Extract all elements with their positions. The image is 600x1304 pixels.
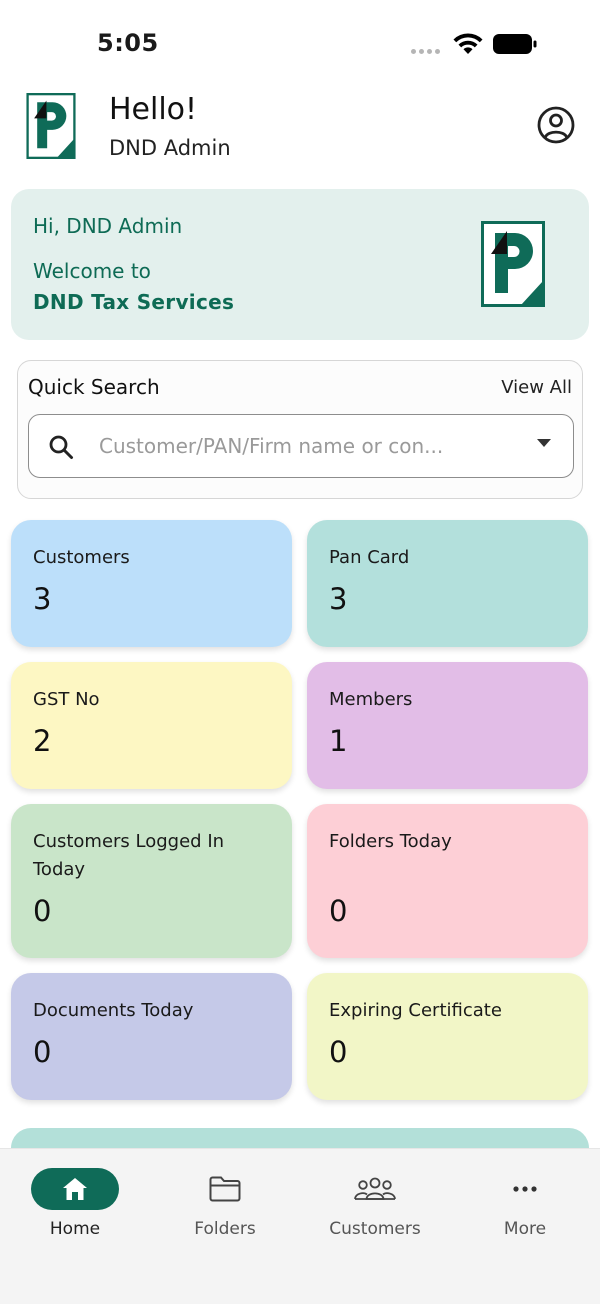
dnd-logo-icon	[26, 93, 76, 159]
stat-tile-documents-today[interactable]: Documents Today 0	[11, 973, 292, 1100]
view-all-link[interactable]: View All	[501, 377, 572, 398]
nav-label: Customers	[329, 1219, 421, 1239]
app-header: Hello! DND Admin	[0, 88, 600, 168]
profile-icon[interactable]	[535, 104, 577, 146]
stat-label: Members	[329, 689, 413, 710]
stat-value: 0	[33, 894, 52, 928]
stat-tile-customers-logged-in-today[interactable]: Customers Logged In Today 0	[11, 804, 292, 958]
folder-icon	[209, 1176, 241, 1202]
stat-value: 2	[33, 724, 52, 758]
nav-active-indicator	[31, 1168, 119, 1210]
stat-tile-gst-no[interactable]: GST No 2	[11, 662, 292, 789]
welcome-card: Hi, DND Admin Welcome to DND Tax Service…	[11, 189, 589, 340]
user-name: DND Admin	[109, 136, 231, 160]
cellular-signal-icon	[411, 49, 440, 54]
search-icon	[49, 435, 73, 459]
home-icon	[63, 1178, 87, 1200]
wifi-icon	[453, 33, 483, 54]
stat-label: GST No	[33, 689, 100, 710]
status-bar: 5:05	[0, 0, 600, 88]
stat-label: Expiring Certificate	[329, 1000, 502, 1021]
nav-label: Home	[49, 1219, 101, 1239]
welcome-line: Welcome to	[33, 259, 151, 283]
status-time: 5:05	[97, 29, 159, 57]
stat-value: 1	[329, 724, 348, 758]
nav-item-customers[interactable]: Customers	[300, 1167, 450, 1247]
stat-label: Folders Today	[329, 831, 452, 852]
nav-label: Folders	[194, 1219, 256, 1239]
stat-tile-members[interactable]: Members 1	[307, 662, 588, 789]
quick-search-field[interactable]	[28, 414, 574, 478]
nav-item-folders[interactable]: Folders	[150, 1167, 300, 1247]
bottom-navigation: Home Folders Customers More	[0, 1148, 600, 1304]
stat-label: Customers	[33, 547, 130, 568]
stat-value: 0	[329, 1035, 348, 1069]
quick-search-card: Quick Search View All	[17, 360, 583, 499]
brand-name: DND Tax Services	[33, 290, 235, 314]
nav-item-home[interactable]: Home	[0, 1167, 150, 1247]
stat-label: Customers Logged In Today	[33, 831, 225, 880]
quick-search-title: Quick Search	[28, 375, 160, 399]
search-input[interactable]	[99, 429, 504, 463]
dropdown-arrow-icon[interactable]	[537, 439, 551, 447]
greeting-title: Hello!	[109, 92, 198, 127]
stat-tile-folders-today[interactable]: Folders Today 0	[307, 804, 588, 958]
people-icon	[354, 1177, 396, 1200]
stat-value: 0	[329, 894, 348, 928]
stat-value: 3	[329, 582, 348, 616]
stat-tile-customers[interactable]: Customers 3	[11, 520, 292, 647]
nav-item-more[interactable]: More	[450, 1167, 600, 1247]
stat-label: Pan Card	[329, 547, 410, 568]
nav-label: More	[503, 1219, 547, 1239]
stat-value: 0	[33, 1035, 52, 1069]
stat-tile-expiring-certificate[interactable]: Expiring Certificate 0	[307, 973, 588, 1100]
dnd-logo-icon	[481, 221, 545, 307]
more-dots-icon	[513, 1186, 537, 1192]
battery-icon	[493, 34, 537, 54]
stat-label: Documents Today	[33, 1000, 194, 1021]
stat-value: 3	[33, 582, 52, 616]
stat-tile-pan-card[interactable]: Pan Card 3	[307, 520, 588, 647]
welcome-greeting: Hi, DND Admin	[33, 214, 183, 238]
